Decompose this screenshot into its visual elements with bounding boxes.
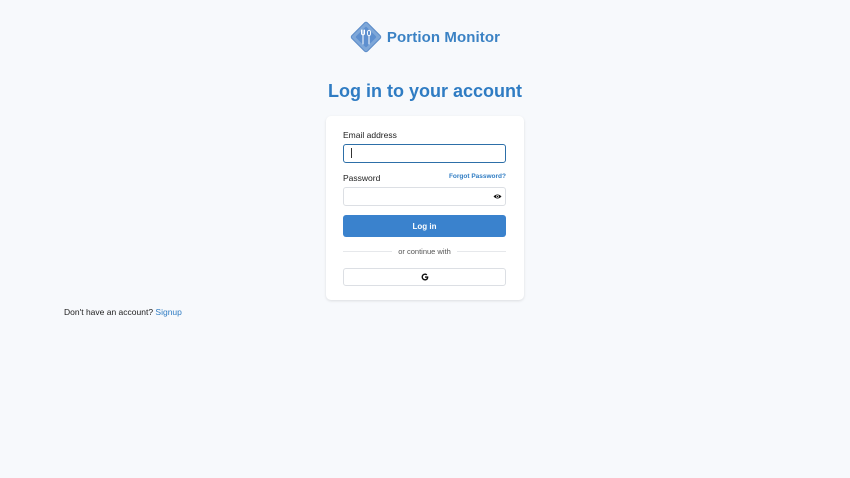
brand-header: Portion Monitor bbox=[0, 21, 850, 53]
page-title: Log in to your account bbox=[328, 81, 522, 101]
login-button[interactable]: Log in bbox=[343, 215, 506, 237]
login-card: Email address Password Forgot Password? … bbox=[326, 116, 524, 300]
signup-link[interactable]: Signup bbox=[155, 307, 181, 317]
email-label: Email address bbox=[343, 130, 397, 140]
google-icon bbox=[421, 273, 428, 281]
brand-name: Portion Monitor bbox=[386, 28, 501, 46]
fork-spoon-diamond-logo-icon bbox=[350, 21, 382, 53]
email-field[interactable] bbox=[343, 144, 506, 163]
password-label: Password bbox=[343, 173, 381, 183]
divider-line-right bbox=[456, 251, 506, 252]
forgot-password-link[interactable]: Forgot Password? bbox=[449, 173, 506, 180]
no-account-text: Don't have an account? bbox=[64, 307, 154, 317]
google-login-button[interactable] bbox=[343, 268, 506, 286]
continue-divider: or continue with bbox=[343, 247, 506, 256]
divider-line-left bbox=[343, 251, 393, 252]
password-field[interactable] bbox=[343, 187, 506, 206]
divider-text: or continue with bbox=[398, 247, 451, 256]
text-caret bbox=[351, 148, 352, 158]
eye-icon[interactable] bbox=[493, 193, 502, 200]
signup-prompt: Don't have an account? Signup bbox=[64, 307, 182, 317]
